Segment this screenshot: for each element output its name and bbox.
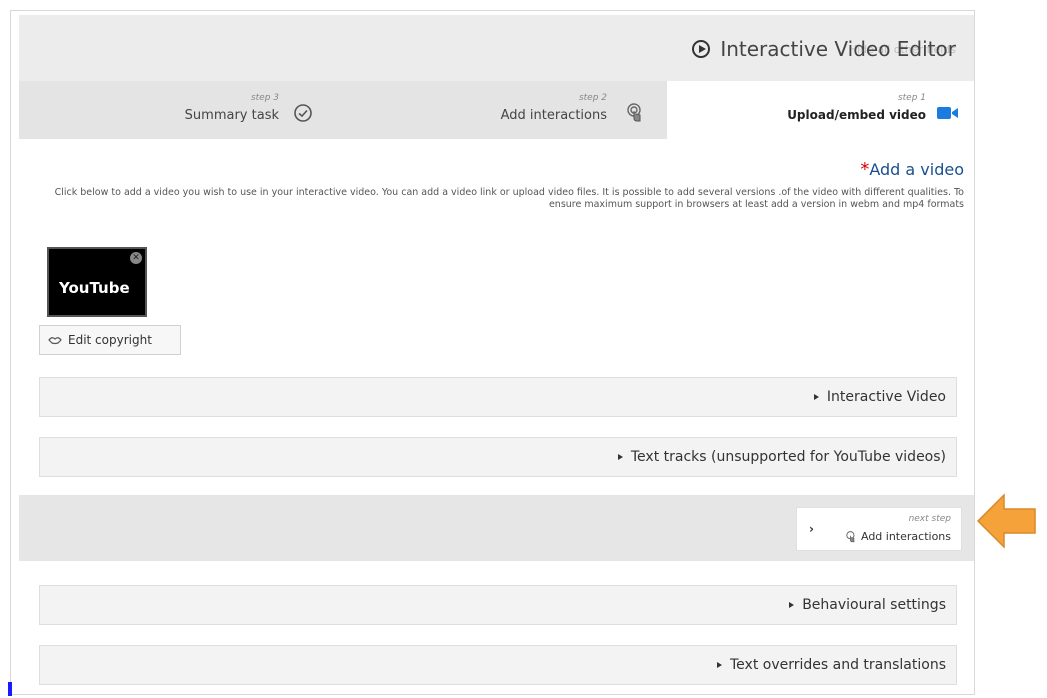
required-marker: * — [860, 159, 870, 180]
caret-right-icon — [789, 602, 795, 608]
orange-arrow-annotation-icon — [976, 493, 1036, 549]
step-number: step 1 — [897, 93, 926, 103]
accordion-title: Interactive Video — [826, 389, 946, 405]
step-number: step 3 — [250, 93, 279, 103]
remove-video-icon[interactable]: ✕ — [130, 252, 142, 264]
handshake-icon — [48, 337, 62, 345]
step-tabs: step 3 Summary task step 2 Add interacti… — [19, 81, 974, 139]
accordion-title: Behavioural settings — [802, 597, 946, 613]
tab-summary-task[interactable]: step 3 Summary task — [19, 81, 337, 139]
tab-upload-embed-video[interactable]: step 1 Upload/embed video — [667, 81, 974, 139]
add-video-title-text: Add a video — [869, 160, 964, 179]
video-camera-icon — [937, 107, 958, 119]
add-video-heading: *Add a video — [860, 159, 964, 180]
next-step-button[interactable]: › next step Add interactions — [796, 507, 962, 551]
caret-right-icon — [617, 454, 623, 460]
editor-frame: Hide all other fields Interactive Video … — [10, 10, 975, 695]
play-circle-icon — [692, 40, 711, 58]
page-title: Interactive Video Editor — [692, 37, 956, 61]
check-circle-icon — [294, 104, 312, 122]
next-step-band: › next step Add interactions — [19, 495, 974, 561]
youtube-video-thumbnail[interactable]: YouTube ✕ — [47, 247, 147, 317]
next-step-action-label: Add interactions — [860, 530, 951, 543]
accordion-text-tracks[interactable]: Text tracks (unsupported for YouTube vid… — [39, 437, 957, 477]
accordion-label: Interactive Video — [813, 389, 946, 405]
next-step-caption: next step — [908, 514, 951, 524]
touch-icon — [627, 103, 641, 122]
step-label: Summary task — [184, 108, 279, 123]
next-step-action: Add interactions — [845, 530, 951, 543]
accordion-label: Text overrides and translations — [717, 657, 946, 673]
chevron-right-icon: › — [809, 522, 814, 536]
caret-right-icon — [717, 662, 722, 668]
accordion-behavioural-settings[interactable]: Behavioural settings — [39, 585, 957, 625]
step-label: Add interactions — [500, 108, 607, 123]
step-number: step 2 — [578, 93, 607, 103]
editor-header: Hide all other fields Interactive Video … — [19, 15, 974, 81]
add-video-description: Click below to add a video you wish to u… — [54, 187, 964, 210]
accordion-text-overrides[interactable]: Text overrides and translations — [39, 645, 957, 685]
accordion-label: Text tracks (unsupported for YouTube vid… — [617, 449, 946, 465]
edit-copyright-label: Edit copyright — [68, 333, 152, 347]
accordion-interactive-video[interactable]: Interactive Video — [39, 377, 957, 417]
accordion-label: Behavioural settings — [789, 597, 946, 613]
accordion-title: Text tracks (unsupported for YouTube vid… — [630, 449, 946, 465]
touch-icon — [846, 530, 855, 542]
youtube-label: YouTube — [59, 279, 130, 297]
step-label: Upload/embed video — [787, 108, 926, 122]
caret-right-icon — [813, 394, 819, 400]
tab-add-interactions[interactable]: step 2 Add interactions — [337, 81, 667, 139]
page-title-text: Interactive Video Editor — [720, 37, 956, 61]
edit-copyright-button[interactable]: Edit copyright — [39, 325, 181, 355]
accordion-title: Text overrides and translations — [730, 657, 946, 673]
blue-edge-marker — [8, 682, 12, 696]
